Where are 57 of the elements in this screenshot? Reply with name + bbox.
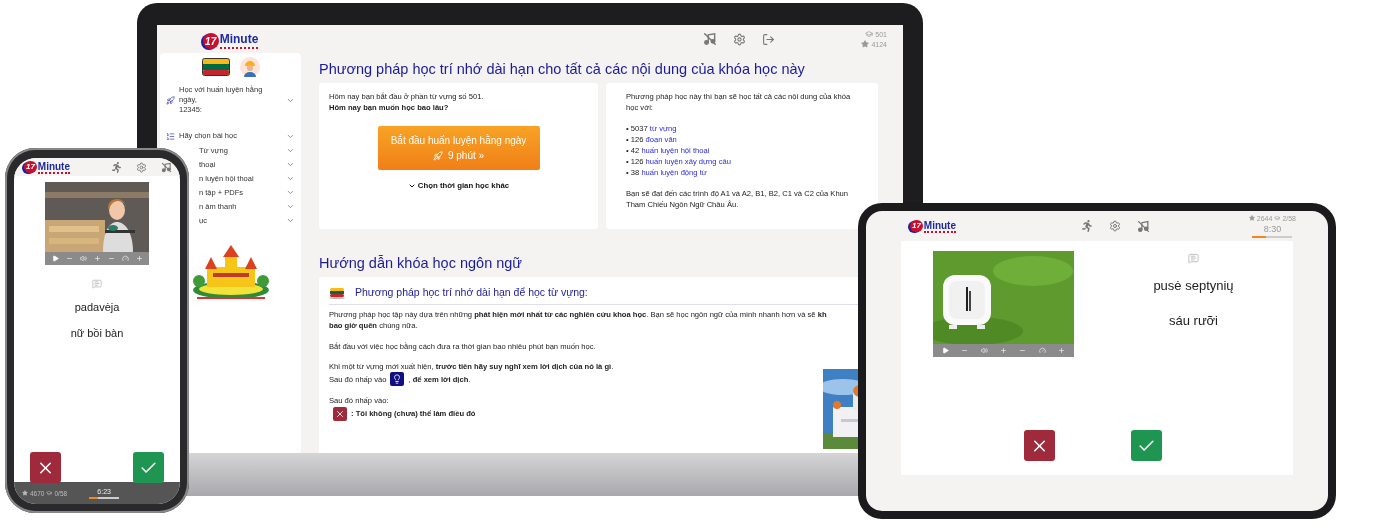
correct-button[interactable] [133, 452, 164, 483]
graduation-cap-icon [865, 30, 874, 38]
logo-word: Minute [219, 33, 259, 49]
graduation-cap-icon [46, 490, 53, 496]
avatar-icon[interactable] [239, 57, 260, 77]
logo-word: Minute [923, 219, 956, 233]
word-text: padavėja [73, 301, 121, 313]
wrong-button[interactable] [30, 452, 61, 483]
translation-text: sáu rưỡi [1169, 313, 1218, 328]
section-title: Hướng dẫn khóa học ngôn ngữ [319, 255, 524, 271]
logo-number: 17 [24, 160, 37, 174]
flag-icon [329, 286, 345, 299]
minus-icon[interactable] [107, 255, 115, 262]
flag-icon [201, 58, 230, 76]
speed-icon[interactable] [121, 255, 129, 262]
volume-icon[interactable] [980, 347, 988, 354]
logo-number: 17 [910, 219, 923, 233]
wrong-button[interactable] [1024, 430, 1055, 461]
translation-text: nữ bồi bàn [69, 327, 125, 339]
rocket-icon [432, 150, 443, 161]
graduation-cap-icon [1274, 215, 1281, 221]
word-text: pusė septynių [1153, 278, 1234, 293]
lightbulb-icon [390, 372, 405, 387]
logo-word: Minute [37, 160, 70, 174]
star-icon [22, 490, 28, 496]
speech-bubble-icon[interactable] [92, 279, 102, 289]
guide-heading: Phương pháp học trí nhớ dài hạn để học từ vựng: [355, 285, 588, 300]
settings-icon[interactable] [733, 32, 747, 46]
play-icon[interactable] [51, 255, 59, 262]
minus-icon[interactable] [65, 255, 73, 262]
music-off-icon[interactable] [703, 32, 718, 46]
minus-icon[interactable] [1019, 347, 1027, 354]
speed-icon[interactable] [1038, 347, 1046, 354]
close-icon [333, 406, 347, 421]
minus-icon[interactable] [961, 347, 969, 354]
star-icon [1248, 215, 1255, 221]
play-icon[interactable] [942, 347, 950, 354]
plus-icon[interactable] [1000, 347, 1007, 354]
music-off-icon[interactable] [161, 161, 172, 173]
plus-icon[interactable] [135, 255, 143, 262]
plus-icon[interactable] [93, 255, 101, 262]
speech-bubble-icon[interactable] [1188, 253, 1199, 264]
music-off-icon[interactable] [1137, 219, 1150, 233]
timer-text: 8:30 [1263, 223, 1282, 234]
settings-icon[interactable] [1109, 219, 1121, 233]
running-icon[interactable] [1081, 219, 1093, 233]
section-title: Phương pháp học trí nhớ dài hạn cho tất cả các nội dung của khóa học này [319, 61, 806, 77]
logout-icon[interactable] [762, 32, 776, 46]
volume-icon[interactable] [79, 255, 87, 262]
running-icon[interactable] [111, 161, 122, 173]
settings-icon[interactable] [136, 161, 147, 173]
plus-icon[interactable] [1057, 347, 1065, 354]
star-icon [861, 40, 870, 48]
logo-number: 17 [202, 33, 219, 49]
rocket-icon [166, 95, 175, 105]
correct-button[interactable] [1131, 430, 1162, 461]
list-icon [166, 131, 175, 141]
